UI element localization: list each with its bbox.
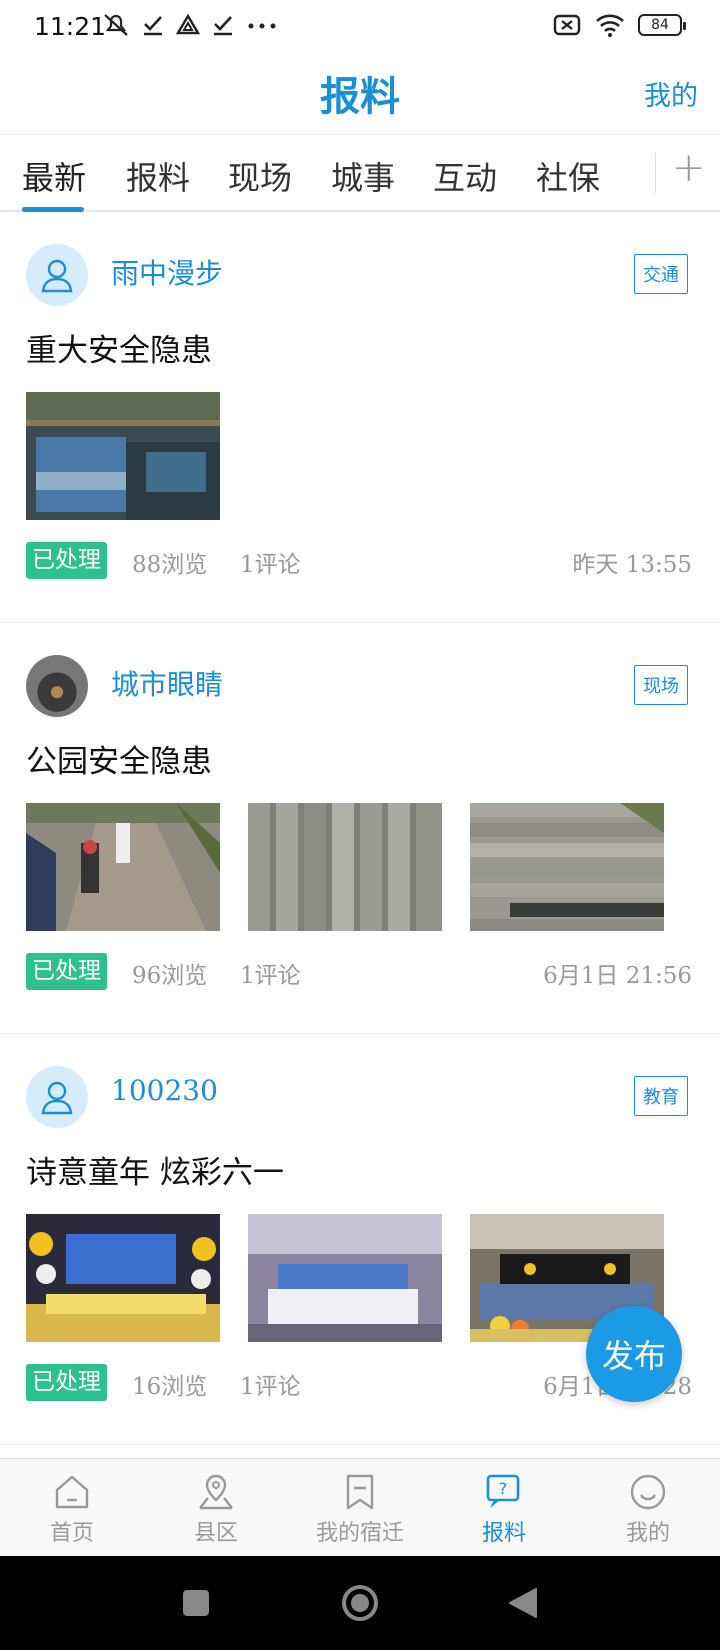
- post-image[interactable]: [26, 1214, 220, 1342]
- post-card[interactable]: 雨中漫步 交通 重大安全隐患 已处理 88浏览 1评论 昨天 13:55: [0, 212, 720, 623]
- bottom-nav: 首页 县区 我的宿迁 ? 报料 我的: [0, 1458, 720, 1556]
- status-bar: 11:21 84: [0, 0, 720, 56]
- my-reports-link[interactable]: 我的: [644, 74, 698, 113]
- publish-button[interactable]: 发布: [586, 1306, 682, 1402]
- back-icon[interactable]: [508, 1587, 538, 1619]
- comment-count[interactable]: 1评论: [240, 545, 301, 579]
- nav-county[interactable]: 县区: [156, 1469, 276, 1547]
- home-circle-icon[interactable]: [340, 1583, 380, 1623]
- post-image[interactable]: [26, 392, 220, 520]
- post-image[interactable]: [248, 1214, 442, 1342]
- post-title[interactable]: 公园安全隐患: [26, 736, 212, 781]
- user-icon: [41, 1081, 73, 1115]
- home-icon: [55, 1475, 89, 1509]
- more-icon: [248, 23, 276, 29]
- status-badge: 已处理: [26, 1364, 107, 1401]
- svg-text:?: ?: [499, 1479, 508, 1498]
- avatar[interactable]: [26, 655, 88, 717]
- status-badge: 已处理: [26, 542, 107, 579]
- status-badge: 已处理: [26, 953, 107, 990]
- nav-my-suqian-label: 我的宿迁: [315, 1521, 404, 1546]
- notification-icons: [102, 12, 278, 38]
- tab-divider: [655, 153, 656, 193]
- user-icon: [41, 259, 73, 293]
- tab-interact[interactable]: 互动: [433, 153, 497, 199]
- avatar[interactable]: [26, 244, 88, 306]
- avatar[interactable]: [26, 1066, 88, 1128]
- battery-icon: 84: [638, 14, 686, 36]
- post-meta: 已处理 96浏览 1评论 6月1日 21:56: [26, 953, 692, 991]
- app-header: 报料 我的: [0, 56, 720, 134]
- view-count: 16浏览: [132, 1374, 208, 1400]
- nav-mine[interactable]: 我的: [588, 1469, 708, 1547]
- post-title[interactable]: 诗意童年 炫彩六一: [26, 1147, 284, 1192]
- post-image[interactable]: [470, 803, 664, 931]
- add-tab-icon[interactable]: +: [672, 145, 706, 191]
- tab-scene[interactable]: 现场: [228, 153, 292, 199]
- post-category-tag[interactable]: 交通: [634, 254, 688, 294]
- status-time: 11:21: [34, 12, 107, 41]
- view-count: 88浏览: [132, 552, 208, 578]
- tab-latest[interactable]: 最新: [22, 153, 86, 199]
- post-category-tag[interactable]: 现场: [634, 665, 688, 705]
- sim-icon: [553, 14, 581, 36]
- post-category-tag[interactable]: 教育: [634, 1076, 688, 1116]
- report-icon: ?: [486, 1474, 520, 1508]
- comment-count[interactable]: 1评论: [240, 1367, 301, 1401]
- nav-report-label: 报料: [481, 1521, 526, 1546]
- post-time: 昨天 13:55: [572, 552, 692, 578]
- post-image[interactable]: [26, 803, 220, 931]
- check-icon: [144, 16, 162, 36]
- check-icon-2: [214, 16, 232, 36]
- map-pin-icon: [199, 1474, 233, 1510]
- post-author[interactable]: 城市眼睛: [111, 663, 223, 703]
- smile-icon: [630, 1474, 666, 1510]
- comment-count[interactable]: 1评论: [240, 956, 301, 990]
- post-meta: 已处理 88浏览 1评论 昨天 13:55: [26, 542, 692, 580]
- nav-home[interactable]: 首页: [12, 1469, 132, 1547]
- recents-icon[interactable]: [182, 1589, 210, 1617]
- wifi-icon: [596, 14, 624, 37]
- drive-icon: [176, 14, 200, 35]
- tab-city[interactable]: 城事: [331, 153, 395, 199]
- nav-my-suqian[interactable]: 我的宿迁: [300, 1469, 420, 1547]
- view-count: 96浏览: [132, 963, 208, 989]
- system-nav-bar: [0, 1556, 720, 1650]
- post-image[interactable]: [248, 803, 442, 931]
- mute-icon: [104, 14, 128, 36]
- post-title[interactable]: 重大安全隐患: [26, 325, 212, 370]
- tab-social-security[interactable]: 社保: [536, 153, 600, 199]
- category-tabs: 最新 报料 现场 城事 互动 社保 +: [0, 134, 720, 212]
- post-author[interactable]: 雨中漫步: [111, 252, 223, 292]
- post-card[interactable]: 城市眼睛 现场 公园安全隐患 已处理 96浏览 1评论 6月1日 21:56: [0, 623, 720, 1034]
- post-time: 6月1日 21:56: [543, 963, 692, 989]
- tab-report[interactable]: 报料: [126, 153, 190, 199]
- system-status-icons: 84: [552, 12, 686, 38]
- post-author[interactable]: 100230: [111, 1074, 218, 1107]
- nav-mine-label: 我的: [625, 1521, 670, 1546]
- nav-report[interactable]: ? 报料: [444, 1469, 564, 1547]
- bookmark-icon: [346, 1474, 374, 1510]
- nav-county-label: 县区: [193, 1521, 238, 1546]
- nav-home-label: 首页: [49, 1521, 94, 1546]
- page-title: 报料: [320, 74, 400, 120]
